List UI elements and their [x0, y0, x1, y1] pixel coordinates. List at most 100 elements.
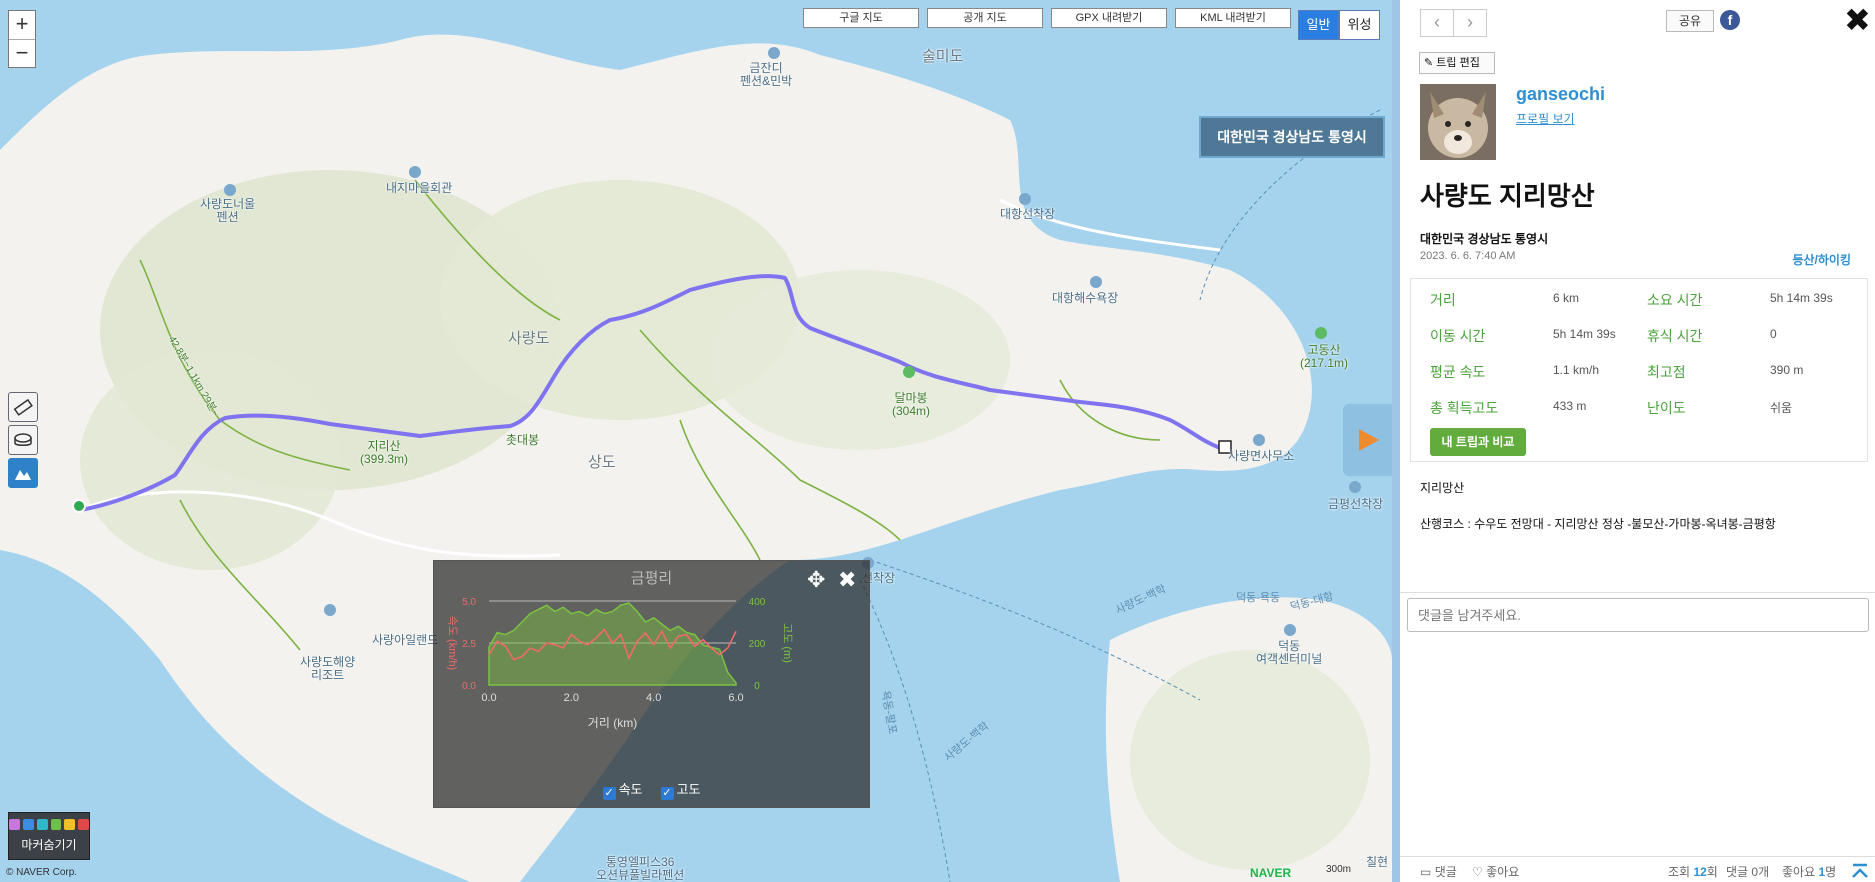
poi-dot — [1349, 481, 1361, 493]
poi-dot — [1019, 193, 1031, 205]
label-chotdae[interactable]: 촛대봉 — [506, 434, 539, 447]
username-link[interactable]: ganseochi — [1516, 84, 1605, 105]
hide-markers-label: 마커숨기기 — [21, 838, 77, 852]
edit-trip-button[interactable]: ✎ 트립 편집 — [1419, 52, 1495, 74]
zoom-control: + − — [8, 10, 36, 68]
elevation-tool-button[interactable] — [8, 458, 38, 488]
region-label: 대한민국 경상남도 통영시 — [1199, 116, 1385, 158]
like-tab[interactable]: ♡ 좋아요 — [1472, 863, 1519, 880]
comment-count: 댓글 0개 — [1726, 865, 1770, 879]
label-naeji[interactable]: 내지마을회관 — [386, 182, 452, 195]
like-count: 좋아요 1명 — [1782, 863, 1836, 880]
marker-icon — [36, 819, 48, 830]
label-daehang-port[interactable]: 대항선착장 — [1000, 208, 1055, 221]
stat-label: 최고점 — [1647, 364, 1686, 380]
marker-icon — [50, 819, 62, 830]
speed-checkbox[interactable]: ✓ — [602, 787, 616, 800]
label-tongyeong[interactable]: 통영엘피스36 오션뷰풀빌라펜션 — [596, 856, 684, 882]
left-tick-label: 0.0 — [462, 681, 476, 692]
y-axis-label-right: 고도 (m) — [781, 623, 793, 663]
zoom-in-button[interactable]: + — [9, 11, 35, 39]
trip-title: 사량도 지리망산 — [1420, 181, 1595, 211]
map-type-normal[interactable]: 일반 — [1298, 10, 1339, 40]
compare-trip-button[interactable]: 내 트립과 비교 — [1430, 428, 1526, 456]
stat-value: 5h 14m 39s — [1553, 327, 1616, 341]
poi-dot — [224, 184, 236, 196]
stat-value: 433 m — [1553, 399, 1587, 413]
x-tick-label: 2.0 — [564, 692, 579, 704]
stat-label: 평균 속도 — [1430, 364, 1486, 380]
edit-icon: ✎ — [1424, 57, 1434, 69]
hide-markers-button[interactable]: 마커숨기기 — [8, 812, 90, 860]
label-chilhyun[interactable]: 칠현 — [1366, 856, 1388, 869]
forest-area-4 — [80, 350, 340, 570]
kml-download-button[interactable]: KML 내려받기 — [1175, 8, 1291, 28]
public-map-button[interactable]: 공개 지도 — [927, 8, 1043, 28]
forest-area-3 — [710, 270, 1010, 450]
y-axis-label-left: 속도 (km/h) — [446, 616, 459, 670]
panel-divider[interactable] — [1392, 0, 1400, 882]
chart-legend: ✓ 속도 ✓ 고도 — [434, 779, 869, 800]
x-axis-label: 거리 (km) — [588, 716, 637, 730]
next-button[interactable]: › — [1453, 9, 1487, 37]
scroll-top-icon[interactable] — [1850, 861, 1870, 881]
comment-input[interactable] — [1407, 598, 1869, 632]
marker-icon — [64, 819, 76, 830]
description-course: 산행코스 : 수우도 전망대 - 지리망산 정상 -불모산-가마봉-옥녀봉-금평… — [1420, 517, 1776, 531]
marker-icons — [9, 819, 89, 830]
avatar[interactable] — [1420, 84, 1496, 160]
label-deokdong[interactable]: 덕동 여객센터미널 — [1256, 640, 1322, 666]
zoom-out-button[interactable]: − — [9, 39, 35, 67]
trip-category-link[interactable]: 등산/하이킹 — [1792, 251, 1851, 268]
stat-label: 소요 시간 — [1647, 292, 1703, 308]
share-button[interactable]: 공유 — [1666, 10, 1714, 32]
map-view[interactable]: 금잔디 펜션&민박 술미도 내지마을회관 사량도너울 펜션 대항선착장 대항해수욕장… — [0, 0, 1392, 882]
right-tick-label: 400 — [749, 597, 766, 608]
profile-link[interactable]: 프로필 보기 — [1516, 110, 1575, 127]
play-icon — [1358, 429, 1379, 451]
google-map-button[interactable]: 구글 지도 — [803, 8, 919, 28]
track-start-marker — [72, 499, 86, 513]
view-count-unit: 회 — [1706, 865, 1718, 879]
label-saryang-island[interactable]: 사량아일랜드 — [372, 634, 438, 647]
stat-label: 휴식 시간 — [1647, 328, 1703, 344]
prev-button[interactable]: ‹ — [1420, 9, 1454, 37]
like-count-unit: 명 — [1825, 865, 1837, 879]
poi-dot — [324, 604, 336, 616]
label-daehang-beach[interactable]: 대항해수욕장 — [1052, 292, 1118, 305]
close-panel-icon[interactable]: ✖ — [1844, 4, 1871, 36]
legend-speed[interactable]: ✓ 속도 — [602, 779, 643, 800]
area-icon — [14, 433, 32, 446]
elevation-chart: 0.0 2.0 4.0 6.0 0.0 2.5 5.0 0 200 400 거리 (km) 속도 (k… — [446, 597, 793, 730]
stat-value: 5h 14m 39s — [1770, 291, 1833, 305]
label-dalmabong[interactable]: 달마봉 (304m) — [892, 392, 930, 418]
ferry-route — [859, 579, 951, 882]
avatar-image — [1420, 84, 1496, 160]
elevation-panel: 금평리 ✥ ✖ 0.0 2.0 4.0 6.0 0.0 2.5 5.0 0 200 400 거리 (… — [433, 560, 870, 808]
label-geumjandi[interactable]: 금잔디 펜션&민박 — [740, 62, 792, 88]
map-type-satellite[interactable]: 위성 — [1339, 10, 1380, 40]
poi-dot — [1284, 624, 1296, 636]
label-geumpyeong-port[interactable]: 금평선착장 — [1328, 498, 1383, 511]
label-saryang-resort[interactable]: 사량도해양 리조트 — [300, 656, 355, 682]
stat-value: 0 — [1770, 327, 1777, 341]
label-saryang-pension[interactable]: 사량도너울 펜션 — [200, 198, 255, 224]
altitude-checkbox[interactable]: ✓ — [660, 787, 674, 800]
gpx-download-button[interactable]: GPX 내려받기 — [1051, 8, 1167, 28]
label-jirisan[interactable]: 지리산 (399.3m) — [360, 440, 408, 466]
comment-tab[interactable]: ▭ 댓글 — [1420, 863, 1457, 880]
x-tick-label: 6.0 — [728, 692, 743, 704]
facebook-icon[interactable]: f — [1720, 10, 1740, 30]
legend-altitude[interactable]: ✓ 고도 — [660, 779, 700, 800]
like-tab-label: 좋아요 — [1486, 865, 1520, 879]
label-godongsan[interactable]: 고동산 (217.1m) — [1300, 344, 1348, 370]
label-myeon-office[interactable]: 사량면사무소 — [1228, 450, 1294, 463]
area-tool-button[interactable] — [8, 425, 38, 455]
ruler-tool-button[interactable] — [8, 392, 38, 422]
view-count-label: 조회 — [1668, 865, 1691, 879]
comment-tab-label: 댓글 — [1434, 865, 1457, 879]
play-track-button[interactable] — [1343, 404, 1392, 476]
x-tick-label: 4.0 — [646, 692, 661, 704]
copyright: © NAVER Corp. — [6, 867, 78, 878]
divider — [1400, 592, 1875, 593]
